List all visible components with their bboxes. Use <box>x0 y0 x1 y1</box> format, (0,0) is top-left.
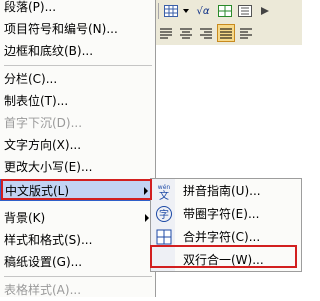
formatting-toolbar: √α <box>156 0 302 45</box>
submenu-arrow-icon <box>144 187 148 195</box>
menu-item-label: 更改大小写(E)... <box>4 160 93 174</box>
toolbar-separator <box>158 3 159 19</box>
menu-item-asian-layout[interactable]: 中文版式(L) <box>0 179 155 201</box>
align-right-icon[interactable] <box>197 24 215 42</box>
submenu-item-label: 带圈字符(E)... <box>183 207 260 221</box>
submenu-item-combine-characters[interactable]: 合并字符(C)... <box>151 226 301 248</box>
submenu-item-two-lines-in-one[interactable]: 双行合一(W)... <box>151 249 301 271</box>
menu-item-change-case[interactable]: 更改大小写(E)... <box>0 156 155 178</box>
svg-text:字: 字 <box>159 208 169 221</box>
table-icon[interactable] <box>162 2 180 20</box>
menu-item-label: 边框和底纹(B)... <box>4 44 94 58</box>
submenu-item-label: 双行合一(W)... <box>183 253 264 267</box>
two-lines-in-one-icon <box>155 251 173 269</box>
menu-item-table-style[interactable]: 表格样式(A)... <box>0 279 155 301</box>
menu-item-borders-shading[interactable]: 边框和底纹(B)... <box>0 40 155 62</box>
menu-separator <box>4 276 152 277</box>
menu-item-paragraph[interactable]: 段落(P)... <box>0 0 155 18</box>
asian-layout-submenu: wén 文 拼音指南(U)... 字 带圈字符(E)... 合并字符(C)... … <box>150 178 302 272</box>
submenu-item-label: 拼音指南(U)... <box>183 184 261 198</box>
menu-item-label: 稿纸设置(G)... <box>4 255 83 269</box>
grid-icon[interactable] <box>216 2 234 20</box>
menu-item-label: 分栏(C)... <box>4 72 58 86</box>
menu-item-text-direction[interactable]: 文字方向(X)... <box>0 134 155 156</box>
chevron-down-icon[interactable] <box>182 2 190 20</box>
menu-item-label: 中文版式(L) <box>5 184 70 198</box>
enclosed-char-icon: 字 <box>155 205 173 223</box>
menu-item-drop-cap[interactable]: 首字下沉(D)... <box>0 112 155 134</box>
toolbar-row-bottom <box>156 22 302 44</box>
menu-separator <box>4 65 152 66</box>
toolbar-row-top: √α <box>156 0 302 22</box>
list-icon[interactable] <box>236 2 254 20</box>
combine-chars-icon <box>155 228 173 246</box>
menu-item-bullets-numbering[interactable]: 项目符号和编号(N)... <box>0 18 155 40</box>
submenu-arrow-icon <box>145 214 149 222</box>
svg-text:文: 文 <box>159 189 169 200</box>
menu-item-tabs[interactable]: 制表位(T)... <box>0 90 155 112</box>
menu-item-columns[interactable]: 分栏(C)... <box>0 68 155 90</box>
menu-item-label: 文字方向(X)... <box>4 138 82 152</box>
menu-item-label: 样式和格式(S)... <box>4 233 93 247</box>
menu-item-background[interactable]: 背景(K) <box>0 207 155 229</box>
align-center-icon[interactable] <box>177 24 195 42</box>
menu-item-label: 首字下沉(D)... <box>4 116 83 130</box>
menu-item-paper-settings[interactable]: 稿纸设置(G)... <box>0 251 155 273</box>
submenu-item-enclosed-characters[interactable]: 字 带圈字符(E)... <box>151 203 301 225</box>
wen-pinyin-icon: wén 文 <box>155 182 173 200</box>
formula-icon[interactable]: √α <box>192 2 214 20</box>
svg-text:wén: wén <box>158 184 171 191</box>
align-distributed-icon[interactable] <box>217 24 235 42</box>
align-left-icon[interactable] <box>237 24 255 42</box>
format-menu: 段落(P)... 项目符号和编号(N)... 边框和底纹(B)... 分栏(C)… <box>0 0 156 297</box>
menu-item-label: 背景(K) <box>4 211 46 225</box>
align-justify-icon[interactable] <box>157 24 175 42</box>
menu-item-label: 段落(P)... <box>4 0 57 14</box>
menu-item-styles-formatting[interactable]: 样式和格式(S)... <box>0 229 155 251</box>
submenu-item-phonetic-guide[interactable]: wén 文 拼音指南(U)... <box>151 180 301 202</box>
menu-item-label: 制表位(T)... <box>4 94 69 108</box>
submenu-item-label: 合并字符(C)... <box>183 230 261 244</box>
arrow-icon[interactable] <box>256 2 274 20</box>
menu-item-label: 表格样式(A)... <box>4 283 82 297</box>
menu-item-label: 项目符号和编号(N)... <box>4 22 118 36</box>
